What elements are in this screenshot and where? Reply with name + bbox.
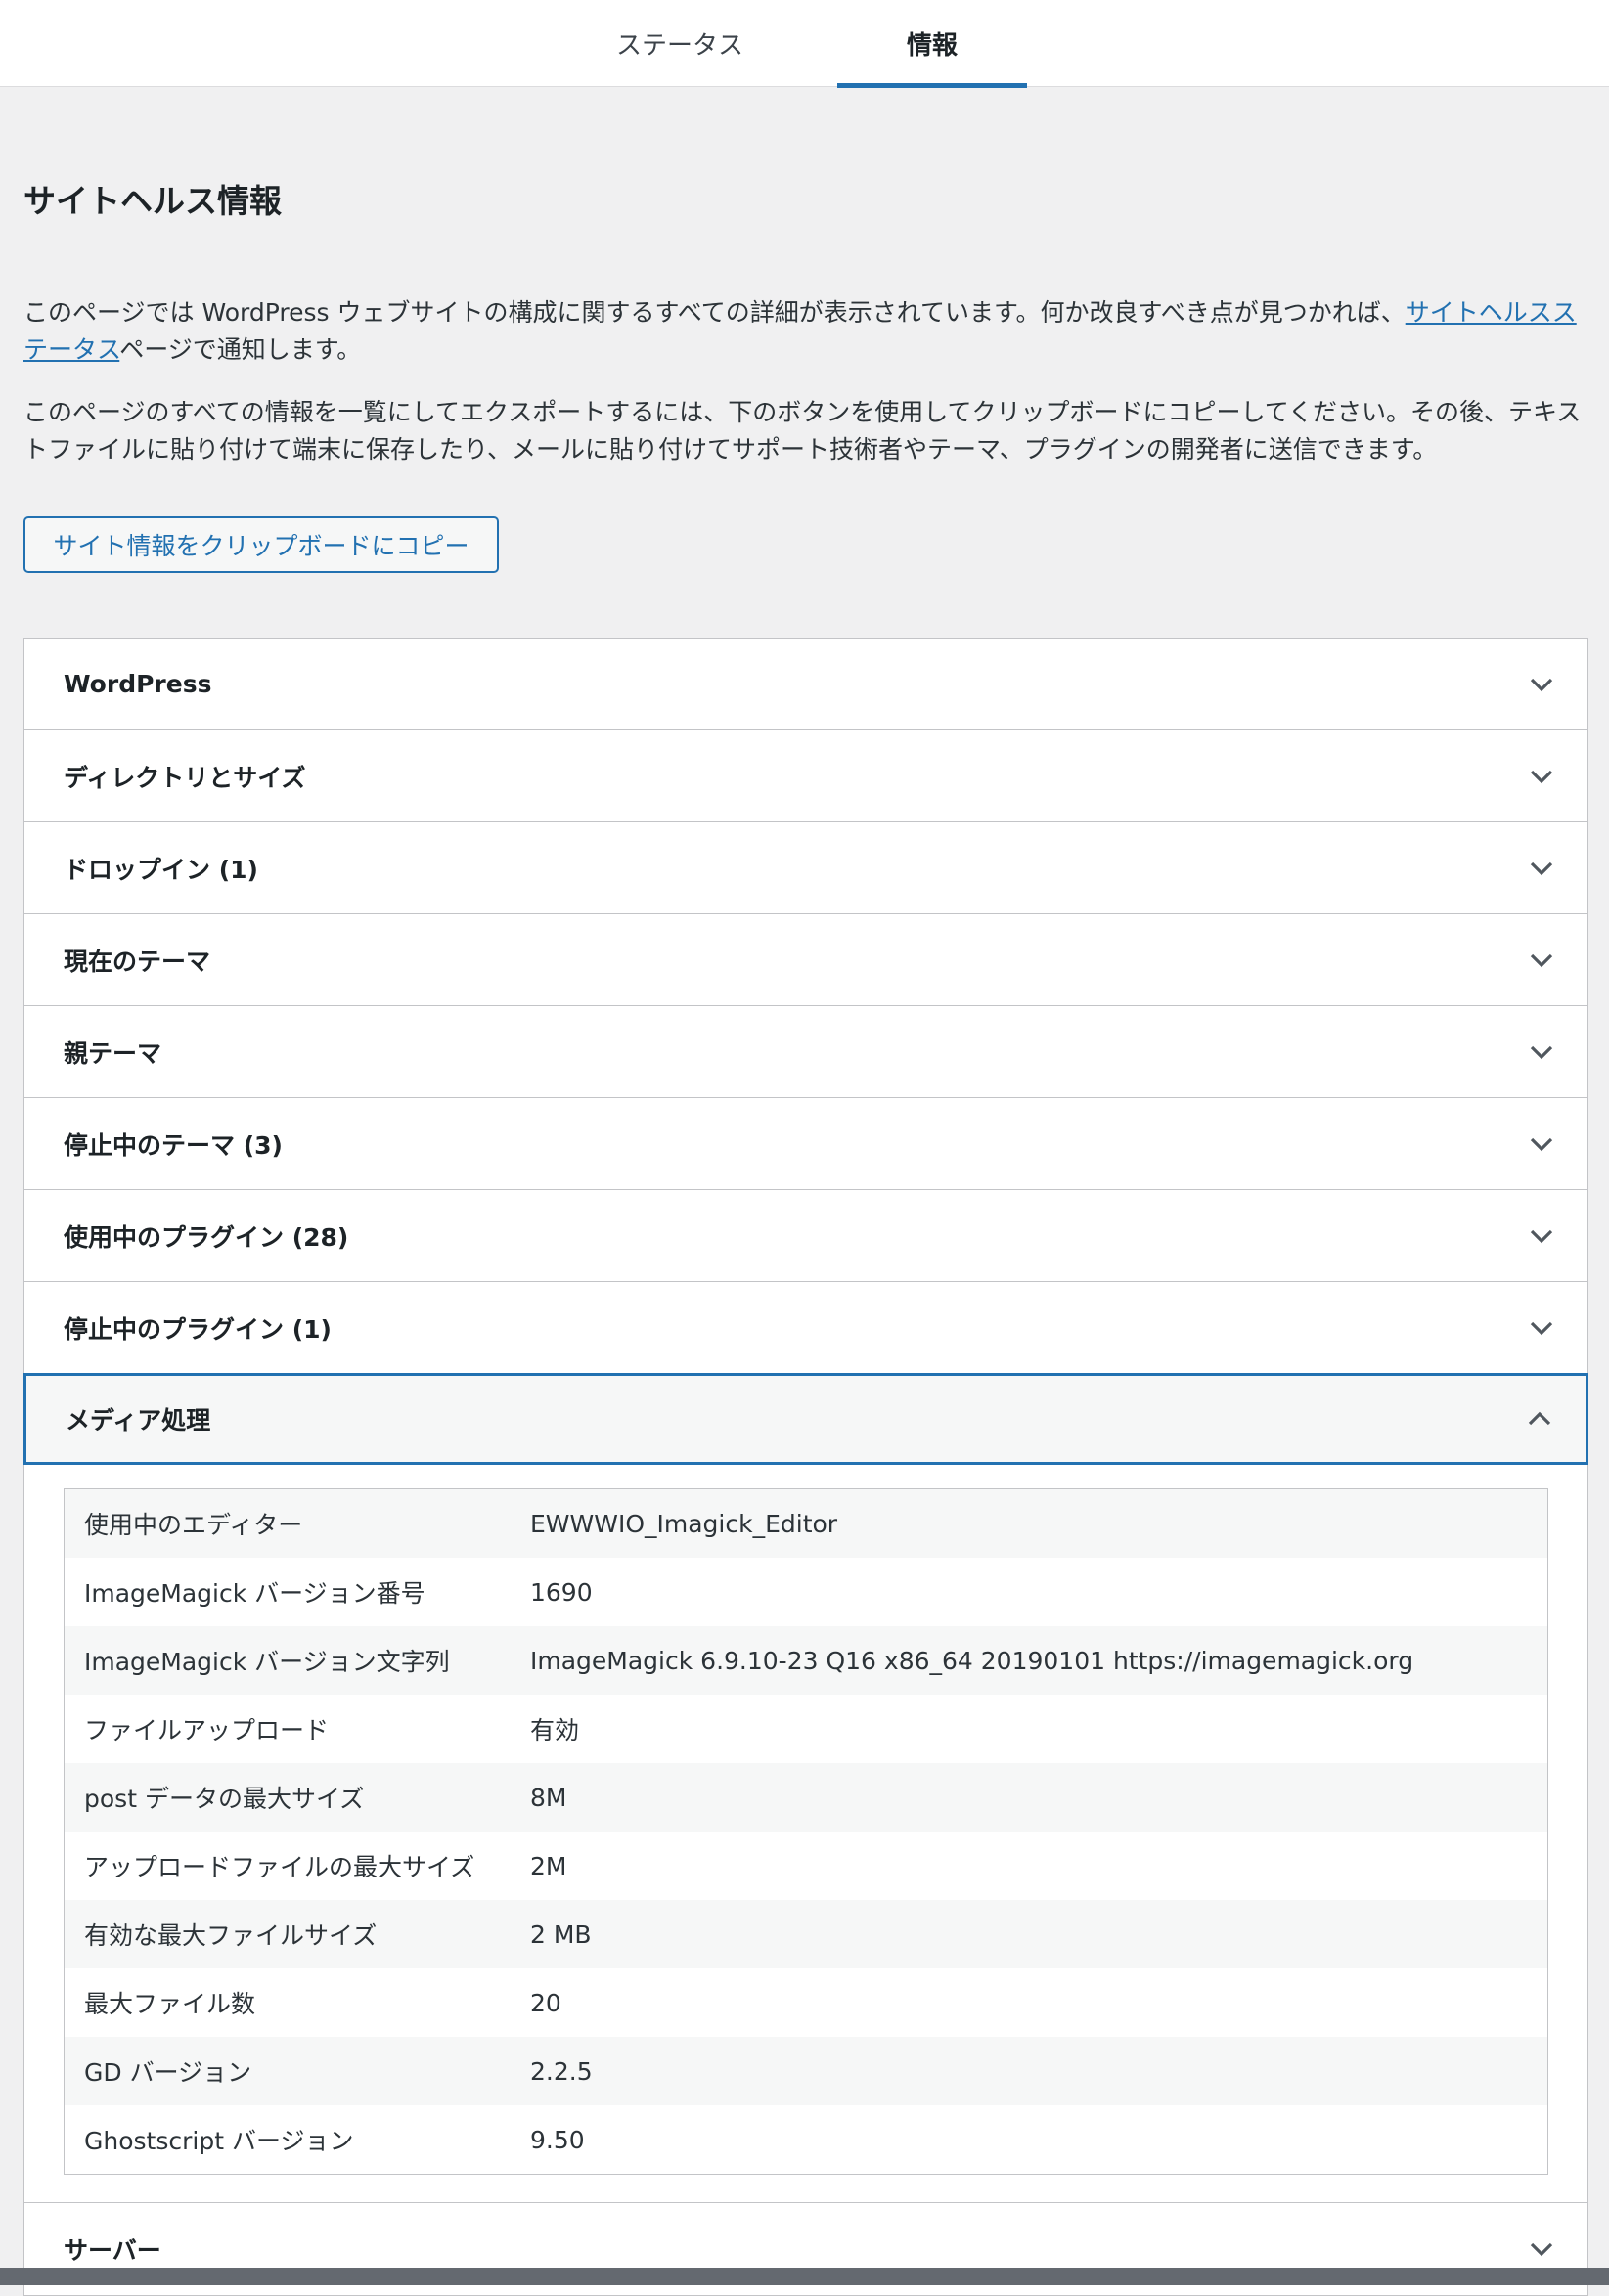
row-key: Ghostscript バージョン: [84, 2127, 354, 2155]
chevron-down-icon: [1527, 670, 1556, 699]
section-label: 停止中のテーマ (3): [64, 1130, 283, 1160]
chevron-down-icon: [1527, 762, 1556, 791]
tab-status[interactable]: ステータス: [587, 0, 773, 87]
section-label: 停止中のプラグイン (1): [64, 1314, 332, 1344]
section-label: ドロップイン (1): [64, 855, 258, 884]
row-value: 2 MB: [530, 1920, 592, 1949]
section-label: メディア処理: [66, 1406, 211, 1435]
table-row: ファイルアップロード 有効: [64, 1695, 1548, 1763]
table-row: アップロードファイルの最大サイズ 2M: [64, 1832, 1548, 1900]
row-value: ImageMagick 6.9.10-23 Q16 x86_64 2019010…: [530, 1646, 1414, 1675]
row-value: EWWWIO_Imagick_Editor: [530, 1509, 838, 1538]
row-value: 2.2.5: [530, 2056, 593, 2086]
chevron-down-icon: [1527, 2234, 1556, 2264]
row-key: ImageMagick バージョン番号: [84, 1579, 425, 1608]
chevron-down-icon: [1527, 854, 1556, 883]
section-inactive-plugins[interactable]: 停止中のプラグイン (1): [24, 1282, 1587, 1374]
intro-text-1: このページでは WordPress ウェブサイトの構成に関するすべての詳細が表示…: [23, 298, 1406, 327]
section-label: 現在のテーマ: [64, 947, 211, 976]
section-media-handling[interactable]: メディア処理: [23, 1373, 1588, 1465]
row-value: 1690: [530, 1577, 593, 1607]
section-label: 親テーマ: [64, 1038, 162, 1068]
chevron-down-icon: [1527, 1038, 1556, 1067]
row-key: ファイルアップロード: [84, 1716, 330, 1744]
site-info-accordion: WordPress ディレクトリとサイズ ドロップイン (1) 現在のテーマ 親…: [23, 638, 1588, 2296]
tab-bar: ステータス 情報: [0, 0, 1609, 88]
tab-info[interactable]: 情報: [837, 0, 1027, 88]
row-value: 9.50: [530, 2125, 585, 2154]
table-row: 使用中のエディター EWWWIO_Imagick_Editor: [64, 1488, 1548, 1558]
export-paragraph: このページのすべての情報を一覧にしてエクスポートするには、下のボタンを使用してク…: [23, 398, 1582, 464]
row-key: GD バージョン: [84, 2058, 252, 2087]
chevron-down-icon: [1527, 946, 1556, 975]
table-row: Ghostscript バージョン 9.50: [64, 2105, 1548, 2175]
row-key: post データの最大サイズ: [84, 1785, 365, 1813]
section-label: WordPress: [64, 670, 212, 698]
chevron-down-icon: [1527, 1129, 1556, 1159]
section-wordpress[interactable]: WordPress: [24, 639, 1587, 730]
section-directories[interactable]: ディレクトリとサイズ: [24, 730, 1587, 822]
row-key: アップロードファイルの最大サイズ: [84, 1853, 475, 1881]
table-row: ImageMagick バージョン番号 1690: [64, 1558, 1548, 1626]
table-row: 有効な最大ファイルサイズ 2 MB: [64, 1900, 1548, 1968]
row-key: 使用中のエディター: [84, 1511, 303, 1539]
table-row: GD バージョン 2.2.5: [64, 2037, 1548, 2105]
table-row: 最大ファイル数 20: [64, 1968, 1548, 2037]
row-key: 最大ファイル数: [84, 1990, 256, 2018]
table-row: ImageMagick バージョン文字列 ImageMagick 6.9.10-2…: [64, 1626, 1548, 1695]
page-title: サイトヘルス情報: [23, 182, 282, 220]
chevron-down-icon: [1527, 1313, 1556, 1343]
copy-site-info-button[interactable]: サイト情報をクリップボードにコピー: [23, 516, 499, 573]
media-handling-panel: 使用中のエディター EWWWIO_Imagick_Editor ImageMagi…: [24, 1465, 1587, 2203]
section-label: ディレクトリとサイズ: [64, 763, 306, 792]
intro-paragraph: このページでは WordPress ウェブサイトの構成に関するすべての詳細が表示…: [23, 294, 1588, 369]
intro-text-2: ページで通知します。: [119, 335, 362, 364]
section-label: サーバー: [64, 2236, 161, 2265]
row-value: 有効: [530, 1716, 580, 1744]
media-info-table: 使用中のエディター EWWWIO_Imagick_Editor ImageMagi…: [64, 1488, 1548, 2175]
section-active-theme[interactable]: 現在のテーマ: [24, 914, 1587, 1006]
section-inactive-themes[interactable]: 停止中のテーマ (3): [24, 1098, 1587, 1190]
row-value: 20: [530, 1988, 561, 2017]
row-key: 有効な最大ファイルサイズ: [84, 1921, 378, 1950]
chevron-down-icon: [1527, 1221, 1556, 1251]
chevron-up-icon: [1525, 1404, 1554, 1434]
row-key: ImageMagick バージョン文字列: [84, 1648, 450, 1676]
section-label: 使用中のプラグイン (28): [64, 1222, 349, 1252]
section-dropins[interactable]: ドロップイン (1): [24, 822, 1587, 914]
bottom-scroll-edge: [0, 2268, 1609, 2285]
section-parent-theme[interactable]: 親テーマ: [24, 1006, 1587, 1098]
row-value: 2M: [530, 1851, 567, 1880]
table-row: post データの最大サイズ 8M: [64, 1763, 1548, 1832]
row-value: 8M: [530, 1783, 567, 1812]
section-active-plugins[interactable]: 使用中のプラグイン (28): [24, 1190, 1587, 1282]
